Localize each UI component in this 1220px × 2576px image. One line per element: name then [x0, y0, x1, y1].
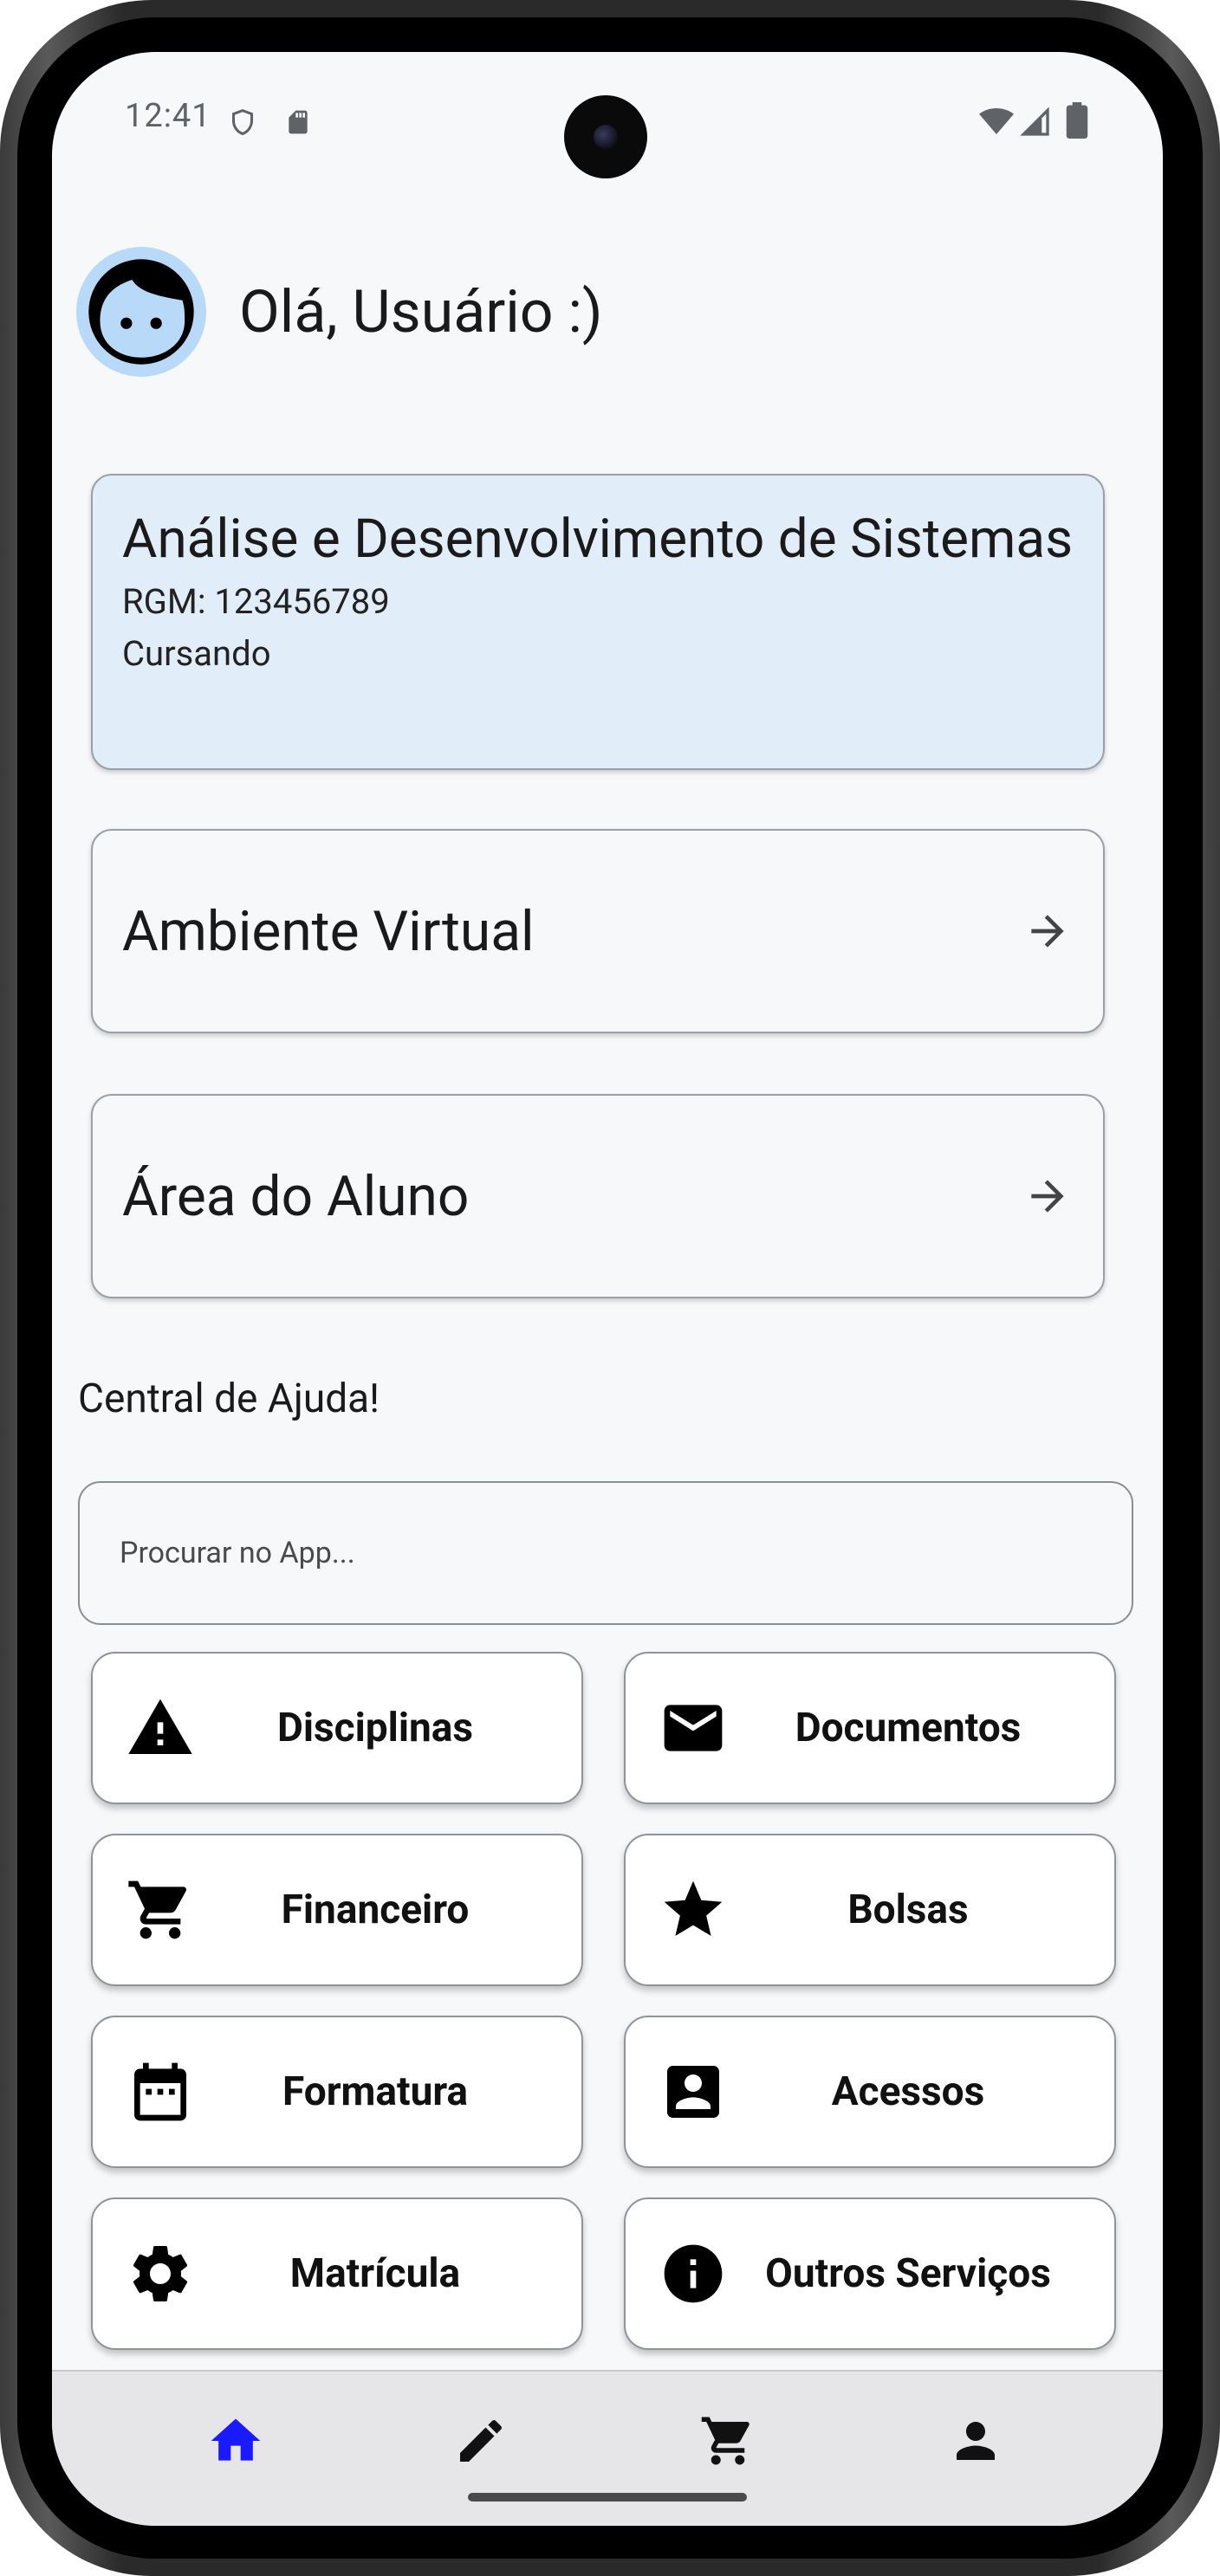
greeting: Olá, Usuário :)	[239, 277, 603, 346]
help-title: Central de Ajuda!	[78, 1375, 380, 1422]
bottom-nav	[52, 2370, 1163, 2526]
sd-card-icon	[284, 106, 312, 142]
avatar[interactable]	[76, 247, 206, 377]
link-card-label: Ambiente Virtual	[122, 898, 535, 964]
warning-icon	[126, 1693, 195, 1763]
grid-button-acessos[interactable]: Acessos	[624, 2016, 1116, 2168]
calendar-icon	[126, 2057, 195, 2126]
signal-icon	[1017, 104, 1052, 142]
grid-button-label: Disciplinas	[276, 1705, 474, 1751]
face-icon	[88, 259, 194, 365]
link-card-label: Área do Aluno	[122, 1163, 470, 1229]
pencil-icon	[460, 2419, 503, 2462]
phone-frame: 12:41 Olá, Usuário:) Análise e Desenvol…	[0, 0, 1220, 2576]
course-card[interactable]: Análise e Desenvolvimento de Sistemas RG…	[91, 474, 1105, 770]
grid-button-matricula[interactable]: Matrícula	[91, 2197, 583, 2350]
arrow-forward-icon	[1022, 905, 1074, 957]
mail-icon	[659, 1693, 728, 1763]
nav-edit[interactable]	[446, 2406, 516, 2476]
grid-button-label: Documentos	[795, 1705, 1022, 1751]
cart-icon	[701, 2417, 750, 2465]
front-camera	[564, 95, 647, 178]
nav-cart[interactable]	[693, 2406, 762, 2476]
grid-button-label: Acessos	[831, 2068, 985, 2115]
status-time: 12:41	[125, 97, 211, 135]
nav-profile[interactable]	[941, 2406, 1010, 2476]
course-rgm: RGM: 123456789	[122, 581, 390, 622]
home-indicator[interactable]	[468, 2493, 747, 2502]
grid-button-label: Outros Serviços	[765, 2250, 1051, 2297]
grid-button-financeiro[interactable]: Financeiro	[91, 1834, 583, 1986]
course-title: Análise e Desenvolvimento de Sistemas	[122, 508, 1074, 571]
gear-icon	[126, 2239, 195, 2308]
screen: 12:41 Olá, Usuário:) Análise e Desenvol…	[52, 52, 1163, 2526]
link-card-ambiente-virtual[interactable]: Ambiente Virtual	[91, 829, 1105, 1033]
link-card-area-do-aluno[interactable]: Área do Aluno	[91, 1094, 1105, 1298]
grid-button-formatura[interactable]: Formatura	[91, 2016, 583, 2168]
grid-button-label: Bolsas	[847, 1887, 969, 1933]
grid-button-label: Formatura	[282, 2068, 469, 2115]
grid-button-outros-servicos[interactable]: Outros Serviços	[624, 2197, 1116, 2350]
grid-button-bolsas[interactable]: Bolsas	[624, 1834, 1116, 1986]
info-icon	[659, 2239, 728, 2308]
grid-button-label: Financeiro	[281, 1887, 470, 1933]
grid-button-disciplinas[interactable]: Disciplinas	[91, 1652, 583, 1804]
grid-button-label: Matrícula	[289, 2250, 461, 2297]
arrow-forward-icon	[1022, 1170, 1074, 1222]
star-icon	[659, 1875, 728, 1945]
wifi-icon	[977, 104, 1016, 142]
camera-lens	[594, 125, 618, 149]
grid-button-documentos[interactable]: Documentos	[624, 1652, 1116, 1804]
shield-icon	[227, 106, 258, 142]
person-icon	[957, 2422, 995, 2460]
search-input[interactable]	[78, 1481, 1133, 1625]
contact-card-icon	[659, 2057, 728, 2126]
cart-icon	[126, 1875, 195, 1945]
status-bar: 12:41	[52, 52, 1163, 182]
nav-home[interactable]	[201, 2406, 270, 2476]
course-status: Cursando	[122, 633, 271, 674]
battery-icon	[1066, 102, 1088, 142]
home-icon	[211, 2418, 261, 2461]
